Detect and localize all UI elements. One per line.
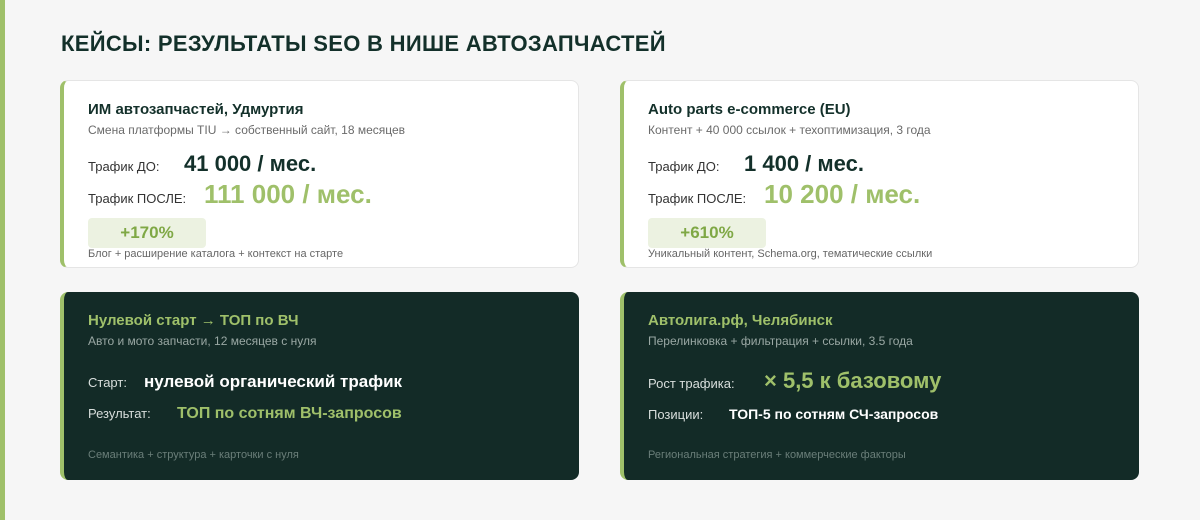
traffic-after-row: Трафик ПОСЛЕ: 10 200 / мес. [648, 179, 920, 210]
traffic-before-row: Трафик ДО: 1 400 / мес. [648, 151, 864, 177]
result-label: Результат: [88, 406, 151, 421]
case-subtitle: Контент + 40 000 ссылок + техоптимизация… [648, 123, 931, 137]
positions-row: Позиции: ТОП-5 по сотням СЧ-запросов [648, 406, 938, 422]
result-value: ТОП по сотням ВЧ-запросов [177, 405, 402, 422]
traffic-growth-label: Рост трафика: [648, 376, 735, 391]
start-label: Старт: [88, 375, 127, 390]
traffic-after-row: Трафик ПОСЛЕ: 111 000 / мес. [88, 179, 372, 210]
result-row: Результат: ТОП по сотням ВЧ-запросов [88, 405, 402, 423]
case-title: Автолига.рф, Челябинск [648, 312, 833, 329]
case-subtitle: Авто и мото запчасти, 12 месяцев с нуля [88, 334, 317, 348]
case-footnote: Уникальный контент, Schema.org, тематиче… [648, 248, 933, 260]
traffic-growth-value: × 5,5 к базовому [764, 368, 942, 393]
page-title: КЕЙСЫ: РЕЗУЛЬТАТЫ SEO В НИШЕ АВТОЗАПЧАСТ… [61, 31, 666, 56]
traffic-after-value: 111 000 / мес. [204, 179, 372, 209]
traffic-after-label: Трафик ПОСЛЕ: [88, 191, 187, 206]
case-card-avtoliga: Автолига.рф, Челябинск Перелинковка + фи… [620, 292, 1139, 480]
start-value: нулевой органический трафик [144, 372, 403, 391]
growth-badge: +170% [88, 218, 206, 248]
case-card-eu: Auto parts e-commerce (EU) Контент + 40 … [620, 80, 1139, 268]
case-title: Auto parts e-commerce (EU) [648, 101, 851, 118]
growth-badge: +610% [648, 218, 766, 248]
case-card-zero-start: Нулевой старт → ТОП по ВЧ Авто и мото за… [60, 292, 579, 480]
traffic-before-row: Трафик ДО: 41 000 / мес. [88, 151, 316, 177]
positions-value: ТОП-5 по сотням СЧ-запросов [729, 406, 939, 422]
case-title: ИМ автозапчастей, Удмуртия [88, 101, 304, 118]
case-subtitle: Смена платформы TIU → собственный сайт, … [88, 123, 406, 137]
case-footnote: Блог + расширение каталога + контекст на… [88, 248, 344, 260]
traffic-before-value: 41 000 / мес. [184, 151, 317, 176]
left-accent-bar [0, 0, 5, 520]
traffic-after-label: Трафик ПОСЛЕ: [648, 191, 747, 206]
positions-label: Позиции: [648, 407, 704, 422]
traffic-before-label: Трафик ДО: [648, 159, 720, 174]
traffic-growth-row: Рост трафика: × 5,5 к базовому [648, 368, 941, 394]
case-footnote: Семантика + структура + карточки с нуля [88, 449, 299, 461]
case-footnote: Региональная стратегия + коммерческие фа… [648, 449, 906, 461]
start-row: Старт: нулевой органический трафик [88, 372, 402, 392]
traffic-before-label: Трафик ДО: [88, 159, 160, 174]
case-title: Нулевой старт → ТОП по ВЧ [88, 312, 299, 329]
traffic-after-value: 10 200 / мес. [764, 179, 921, 209]
case-card-udmurtia: ИМ автозапчастей, Удмуртия Смена платфор… [60, 80, 579, 268]
traffic-before-value: 1 400 / мес. [744, 151, 864, 176]
case-subtitle: Перелинковка + фильтрация + ссылки, 3.5 … [648, 334, 913, 348]
